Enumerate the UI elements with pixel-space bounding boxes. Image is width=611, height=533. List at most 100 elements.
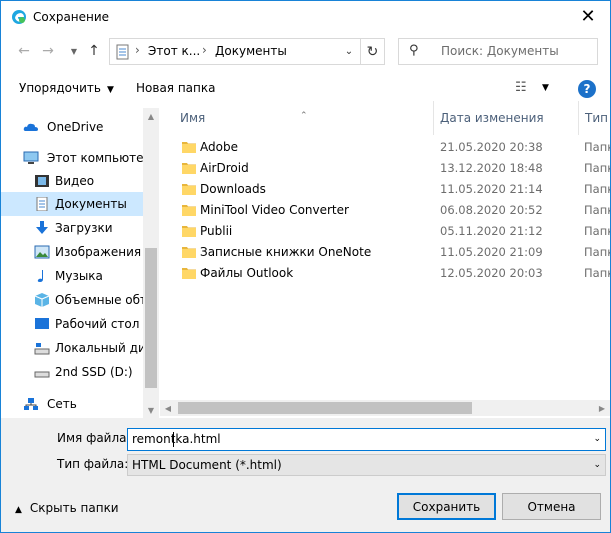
back-button[interactable]: ← xyxy=(15,42,33,60)
forward-button[interactable]: → xyxy=(39,42,57,60)
desktop-icon xyxy=(35,318,49,329)
file-date: 21.05.2020 20:38 xyxy=(440,140,543,154)
column-header-type-label: Тип xyxy=(585,111,608,125)
folder-icon xyxy=(182,184,196,195)
sidebar-item-video[interactable]: Видео xyxy=(1,169,143,193)
navigation-pane-scrollbar[interactable]: ▲ ▼ xyxy=(143,108,159,418)
sidebar-item-label: OneDrive xyxy=(47,120,104,134)
computer-icon xyxy=(23,151,39,164)
recent-locations-button[interactable]: ▼ xyxy=(65,42,83,60)
search-placeholder: Поиск: Документы xyxy=(441,44,559,58)
column-header-name-label: Имя xyxy=(180,111,206,125)
folder-icon xyxy=(182,268,196,279)
arrow-left-icon: ← xyxy=(18,43,30,59)
filetype-select[interactable]: HTML Document (*.html) ⌄ xyxy=(127,454,606,476)
scrollbar-thumb[interactable] xyxy=(145,248,157,388)
file-type: Папк xyxy=(584,224,610,238)
sidebar-item-label: Загрузки xyxy=(55,221,113,235)
chevron-down-icon: ▼ xyxy=(106,85,114,95)
sidebar-item-local-disk[interactable]: Локальный дис xyxy=(1,336,143,360)
sidebar-item-pictures[interactable]: Изображения xyxy=(1,240,143,264)
column-header-type[interactable]: Тип xyxy=(579,101,610,135)
chevron-down-icon[interactable]: ⌄ xyxy=(593,434,601,444)
sidebar-item-music[interactable]: Музыка xyxy=(1,264,143,288)
cancel-button[interactable]: Отмена xyxy=(502,493,601,520)
table-row[interactable]: AirDroid 13.12.2020 18:48 Папк xyxy=(160,158,610,179)
sidebar-item-documents[interactable]: Документы xyxy=(1,192,143,216)
sidebar-item-3d-objects[interactable]: Объемные объ xyxy=(1,288,143,312)
chevron-down-icon: ⌄ xyxy=(344,46,354,57)
organize-button[interactable]: Упорядочить ▼ xyxy=(19,81,114,95)
sidebar-item-2nd-ssd[interactable]: 2nd SSD (D:) xyxy=(1,360,143,384)
breadcrumb-this-pc[interactable]: Этот к... xyxy=(148,44,200,58)
file-date: 13.12.2020 18:48 xyxy=(440,161,543,175)
table-row[interactable]: Записные книжки OneNote 11.05.2020 21:09 П… xyxy=(160,242,610,263)
sidebar-item-downloads[interactable]: Загрузки xyxy=(1,216,143,240)
drive-icon xyxy=(34,343,50,355)
scroll-right-icon[interactable]: ▶ xyxy=(594,400,610,416)
file-type: Папк xyxy=(584,140,610,154)
drive-icon xyxy=(34,371,50,378)
scroll-left-icon[interactable]: ◀ xyxy=(160,400,176,416)
text-cursor xyxy=(173,432,174,447)
folder-icon xyxy=(182,205,196,216)
file-name: Записные книжки OneNote xyxy=(200,245,372,259)
file-name: AirDroid xyxy=(200,161,249,175)
column-header-date[interactable]: Дата изменения xyxy=(434,101,579,135)
file-date: 06.08.2020 20:52 xyxy=(440,203,543,217)
save-button[interactable]: Сохранить xyxy=(397,493,496,520)
new-folder-button[interactable]: Новая папка xyxy=(136,81,215,95)
sidebar-item-onedrive[interactable]: OneDrive xyxy=(1,115,143,139)
up-button[interactable]: ↑ xyxy=(85,42,103,60)
scroll-up-icon[interactable]: ▲ xyxy=(143,108,159,124)
address-dropdown-button[interactable]: ⌄ xyxy=(338,39,360,64)
window-title: Сохранение xyxy=(33,10,110,24)
scroll-down-icon[interactable]: ▼ xyxy=(143,402,159,418)
sidebar-item-label: Документы xyxy=(55,197,127,211)
sidebar-item-label: Рабочий стол xyxy=(55,317,140,331)
view-dropdown-button[interactable]: ▼ xyxy=(542,83,549,93)
3d-objects-icon xyxy=(34,293,50,307)
sidebar-item-label: Объемные объ xyxy=(55,293,143,307)
refresh-icon: ↻ xyxy=(366,43,379,60)
column-header-name[interactable]: ⌃ Имя xyxy=(160,101,434,135)
breadcrumb-documents[interactable]: Документы xyxy=(215,44,287,58)
file-date: 11.05.2020 21:09 xyxy=(440,245,543,259)
chevron-up-icon: ▲ xyxy=(15,505,22,515)
file-list: ⌃ Имя Дата изменения Тип Adobe 21.05.2020… xyxy=(160,101,610,418)
table-row[interactable]: MiniTool Video Converter 06.08.2020 20:52… xyxy=(160,200,610,221)
pictures-icon xyxy=(34,245,50,259)
save-options-panel: Имя файла: remontka.html ⌄ Тип файла: HT… xyxy=(1,418,610,532)
hide-folders-button[interactable]: ▲ Скрыть папки xyxy=(15,501,119,515)
table-row[interactable]: Downloads 11.05.2020 21:14 Папк xyxy=(160,179,610,200)
music-icon xyxy=(37,270,43,282)
video-icon xyxy=(35,175,49,187)
scrollbar-thumb[interactable] xyxy=(178,402,472,414)
column-header-date-label: Дата изменения xyxy=(440,111,544,125)
close-button[interactable]: ✕ xyxy=(574,5,602,27)
table-row[interactable]: Publii 05.11.2020 21:12 Папк xyxy=(160,221,610,242)
save-button-label: Сохранить xyxy=(412,499,481,514)
close-icon: ✕ xyxy=(580,5,596,27)
table-row[interactable]: Adobe 21.05.2020 20:38 Папк xyxy=(160,137,610,158)
view-options-button[interactable]: ☷ xyxy=(515,80,527,95)
file-name: Publii xyxy=(200,224,233,238)
help-button[interactable]: ? xyxy=(578,80,596,98)
sidebar-item-network[interactable]: Сеть xyxy=(1,392,143,416)
new-folder-label: Новая папка xyxy=(136,81,216,95)
sidebar-item-this-pc[interactable]: Этот компьютер xyxy=(1,146,143,170)
refresh-button[interactable]: ↻ xyxy=(360,39,384,64)
details-view-icon: ☷ xyxy=(515,80,527,95)
sidebar-item-desktop[interactable]: Рабочий стол xyxy=(1,312,143,336)
cancel-button-label: Отмена xyxy=(527,499,576,514)
filename-input[interactable]: remontka.html ⌄ xyxy=(127,428,606,451)
filename-label: Имя файла: xyxy=(57,431,131,445)
help-icon: ? xyxy=(583,82,591,96)
file-date: 05.11.2020 21:12 xyxy=(440,224,543,238)
table-row[interactable]: Файлы Outlook 12.05.2020 20:03 Папк xyxy=(160,263,610,284)
address-bar[interactable]: › Этот к... › Документы ⌄ ↻ xyxy=(109,38,385,65)
file-list-horizontal-scrollbar[interactable]: ◀ ▶ xyxy=(160,400,610,416)
file-type: Папк xyxy=(584,245,610,259)
chevron-down-icon: ▼ xyxy=(70,46,78,56)
search-box[interactable]: ⚲ Поиск: Документы xyxy=(398,38,598,65)
